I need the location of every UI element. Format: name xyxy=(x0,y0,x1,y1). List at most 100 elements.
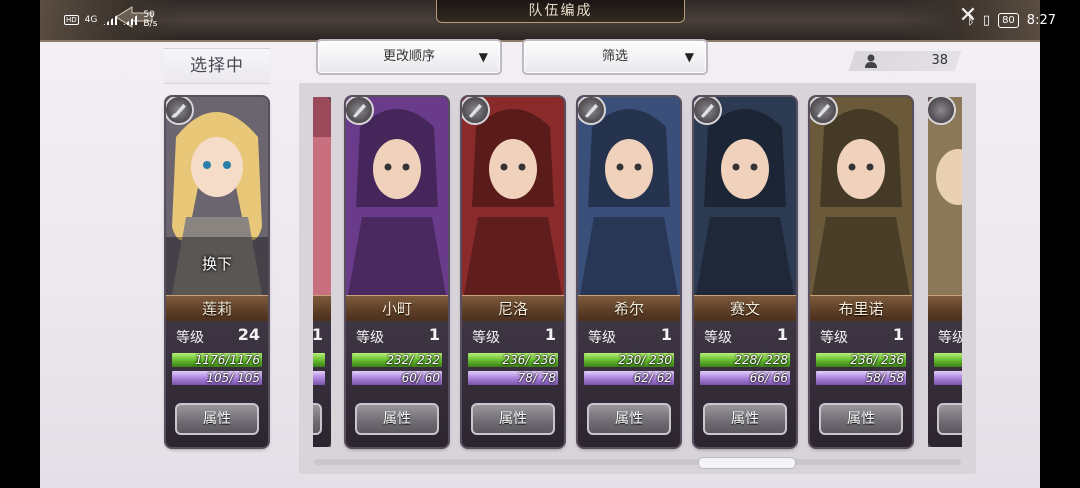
unit-stats: 等级 24 1176/1176 105/ 105 属性 xyxy=(166,321,268,447)
class-icon xyxy=(166,97,194,125)
selecting-label: 选择中 xyxy=(164,48,270,84)
unit-name: 莲莉 xyxy=(166,295,268,323)
chevron-down-icon: ▼ xyxy=(684,50,694,64)
level-label: 等级 xyxy=(356,330,384,346)
unit-card[interactable]: 小町等级 1 232/ 232 60/ 60 属性 xyxy=(346,97,448,447)
unit-card[interactable]: 希尔等级 1 230/ 230 62/ 62 属性 xyxy=(578,97,680,447)
mp-value: 78/ 78 xyxy=(517,371,556,385)
attribute-button[interactable]: 属性 xyxy=(937,403,962,435)
class-icon xyxy=(810,97,838,125)
scrollbar-thumb[interactable] xyxy=(698,457,796,469)
vibrate-icon: ▯ xyxy=(982,12,991,28)
unit-name: 赛文 xyxy=(694,295,796,323)
level-value: 1 xyxy=(660,325,672,344)
filter-label: 筛选 xyxy=(601,49,628,64)
hp-bar xyxy=(934,353,962,367)
unit-stats: 等级 1 236/ 236 78/ 78 属性 xyxy=(462,321,564,447)
attribute-button[interactable]: 属性 xyxy=(175,403,259,435)
class-icon xyxy=(694,97,722,125)
sort-dropdown[interactable]: 更改顺序 ▼ xyxy=(316,39,502,75)
mp-value: 58/ 58 xyxy=(865,371,904,385)
partial-unit-card-right[interactable]: 等级 属性 xyxy=(928,97,962,447)
level-value: 1 xyxy=(544,325,556,344)
class-icon xyxy=(346,97,374,125)
unit-stats: 等级 属性 xyxy=(928,321,962,447)
unit-name-bar xyxy=(313,295,331,323)
hp-bar xyxy=(313,353,325,367)
chevron-down-icon: ▼ xyxy=(478,50,488,64)
class-icon xyxy=(578,97,606,125)
level-label: 等级 xyxy=(820,330,848,346)
signal-icon xyxy=(103,15,118,25)
mp-bar: 78/ 78 xyxy=(468,371,558,385)
mp-bar xyxy=(313,371,325,385)
mp-value: 62/ 62 xyxy=(633,371,672,385)
unit-portrait xyxy=(313,97,331,295)
unit-portrait xyxy=(928,97,962,295)
partial-unit-card-left[interactable]: 1 属性 xyxy=(313,97,331,447)
hp-value: 230/ 230 xyxy=(618,353,672,367)
horizontal-scrollbar[interactable] xyxy=(314,459,961,465)
level-value: 1 xyxy=(892,325,904,344)
swap-out-label: 换下 xyxy=(201,255,232,273)
attribute-button[interactable]: 属性 xyxy=(587,403,671,435)
unit-card[interactable]: 布里诺 等级 1 236/ 236 58/ 58 属性 xyxy=(810,97,912,447)
attribute-button[interactable]: 属性 xyxy=(355,403,439,435)
unit-card[interactable]: 赛文等级 1 228/ 228 66/ 66 属性 xyxy=(694,97,796,447)
hp-bar: 236/ 236 xyxy=(468,353,558,367)
network-speed-unit: B/s xyxy=(143,19,158,29)
mp-bar: 105/ 105 xyxy=(172,371,262,385)
selected-unit-card[interactable]: 换下 莲莉 等级 24 1176/1176 105/ 105 属性 xyxy=(166,97,268,447)
level-value: 1 xyxy=(428,325,440,344)
unit-name: 希尔 xyxy=(578,295,680,323)
unit-name: 小町 xyxy=(346,295,448,323)
attribute-button[interactable]: 属性 xyxy=(819,403,903,435)
status-bar-right: ᛒ ▯ 80 8:27 xyxy=(967,6,1056,34)
level-label: 等级 xyxy=(176,330,204,346)
hp-value: 228/ 228 xyxy=(734,353,788,367)
unit-stats: 等级 1 228/ 228 66/ 66 属性 xyxy=(694,321,796,447)
level-value: 1 xyxy=(776,325,788,344)
unit-card[interactable]: 尼洛等级 1 236/ 236 78/ 78 属性 xyxy=(462,97,564,447)
user-icon xyxy=(865,54,877,68)
hp-value: 1176/1176 xyxy=(194,353,260,367)
battery-indicator: 80 xyxy=(998,12,1019,28)
mp-value: 66/ 66 xyxy=(749,371,788,385)
level-label: 等级 xyxy=(704,330,732,346)
level-label: 等级 xyxy=(588,330,616,346)
level-label: 等级 xyxy=(472,330,500,346)
mp-bar xyxy=(934,371,962,385)
network-type: 4G xyxy=(84,15,98,25)
bluetooth-icon: ᛒ xyxy=(967,12,975,28)
partial-card-body: 1 属性 xyxy=(313,97,331,447)
level-value: 24 xyxy=(237,325,260,344)
hp-bar: 1176/1176 xyxy=(172,353,262,367)
hp-bar: 230/ 230 xyxy=(584,353,674,367)
hp-value: 232/ 232 xyxy=(386,353,440,367)
unit-stats: 等级 1 236/ 236 58/ 58 属性 xyxy=(810,321,912,447)
hd-icon: HD xyxy=(64,15,79,25)
signal-icon-2 xyxy=(123,15,138,25)
attribute-button[interactable]: 属性 xyxy=(471,403,555,435)
mp-value: 60/ 60 xyxy=(401,371,440,385)
sort-label: 更改顺序 xyxy=(382,49,435,64)
attribute-button[interactable]: 属性 xyxy=(703,403,787,435)
unit-stats: 1 属性 xyxy=(313,321,331,447)
hp-bar: 236/ 236 xyxy=(816,353,906,367)
mp-bar: 60/ 60 xyxy=(352,371,442,385)
status-bar-left: HD 4G 50 B/s xyxy=(64,6,157,34)
unit-stats: 等级 1 232/ 232 60/ 60 属性 xyxy=(346,321,448,447)
unit-count-value: 38 xyxy=(931,53,948,68)
hp-value: 236/ 236 xyxy=(502,353,556,367)
hp-bar: 232/ 232 xyxy=(352,353,442,367)
attribute-button[interactable]: 属性 xyxy=(313,403,322,435)
clock: 8:27 xyxy=(1026,12,1056,28)
hp-value: 236/ 236 xyxy=(850,353,904,367)
page-title: 队伍编成 xyxy=(436,0,685,23)
filter-dropdown[interactable]: 筛选 ▼ xyxy=(522,39,708,75)
level-label: 等级 xyxy=(938,330,962,346)
hp-bar: 228/ 228 xyxy=(700,353,790,367)
mp-bar: 66/ 66 xyxy=(700,371,790,385)
unit-name: 尼洛 xyxy=(462,295,564,323)
mp-bar: 58/ 58 xyxy=(816,371,906,385)
